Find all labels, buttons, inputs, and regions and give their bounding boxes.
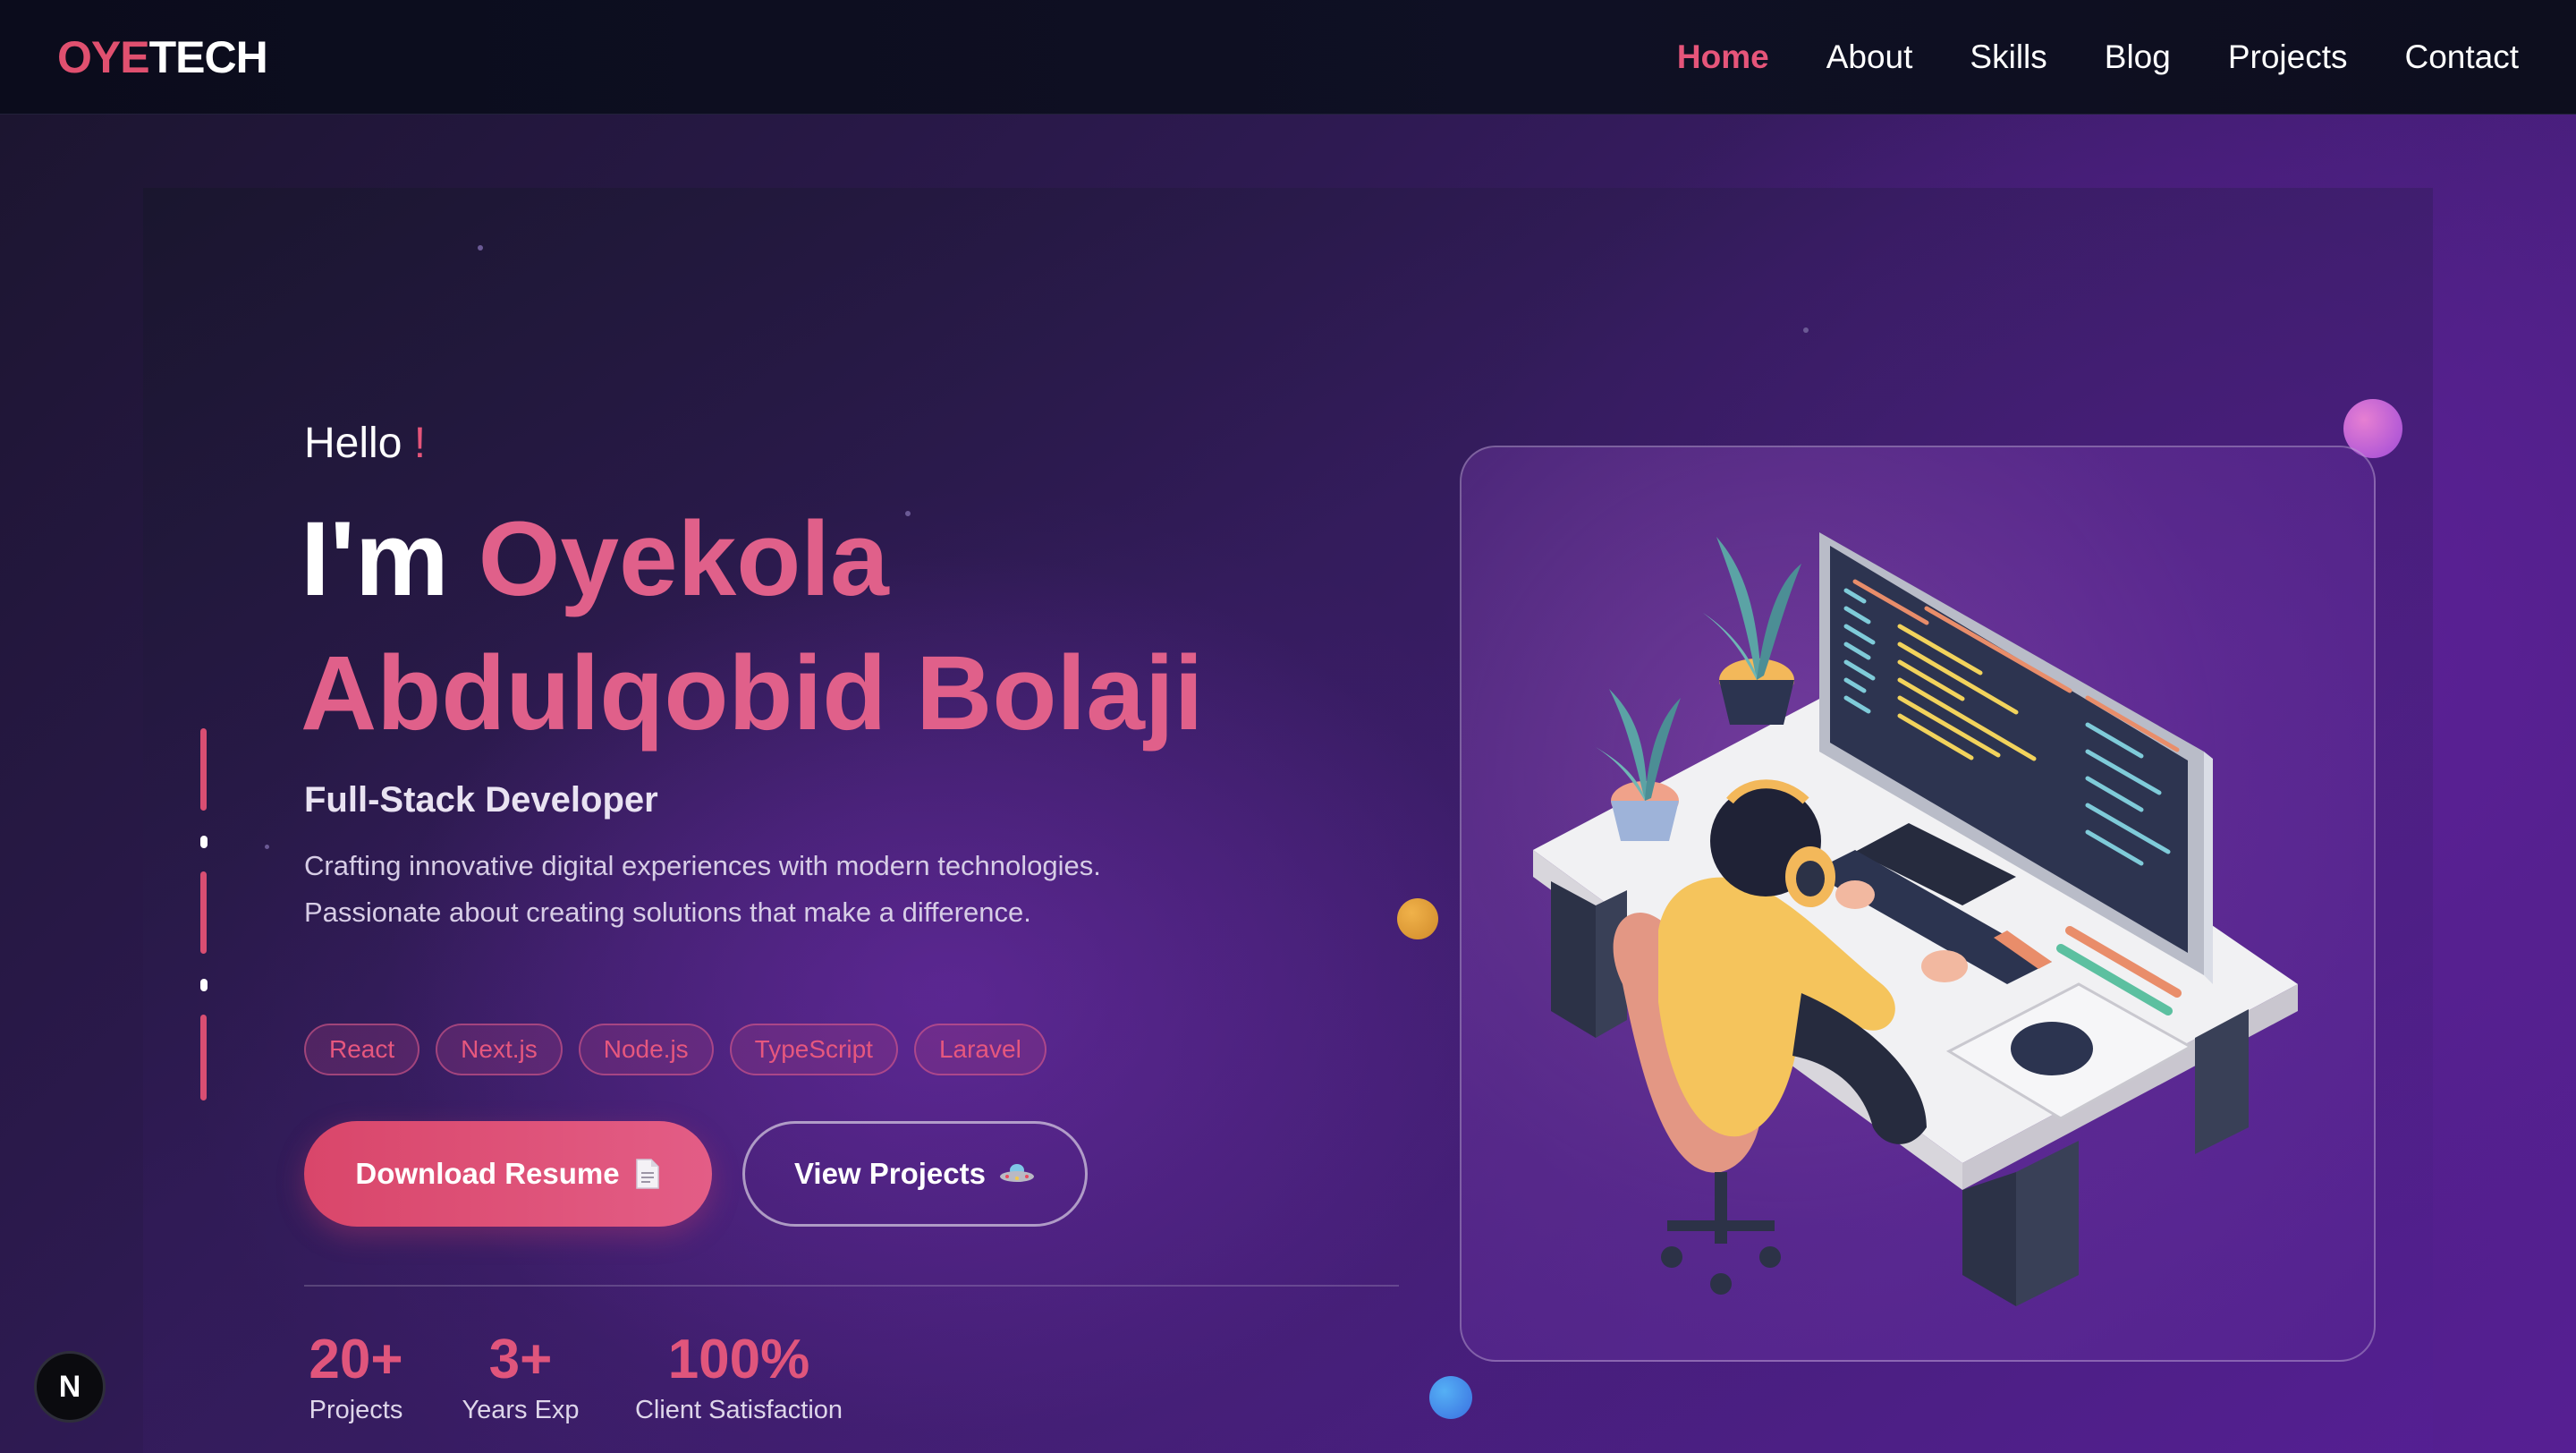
tag-react[interactable]: React — [304, 1024, 420, 1075]
view-projects-label: View Projects — [793, 1157, 986, 1190]
star-dot — [1803, 327, 1809, 333]
site-logo[interactable]: O YE TECH — [57, 30, 268, 84]
download-resume-label: Download Resume — [355, 1157, 620, 1190]
stat-value: 100% — [667, 1329, 810, 1390]
hero-im: I'm — [301, 500, 449, 618]
star-dot — [905, 511, 911, 516]
star-dot — [478, 245, 483, 251]
hero-title-line2: Abdulqobid Bolaji — [301, 634, 1204, 752]
nav-home[interactable]: Home — [1677, 38, 1769, 76]
tag-laravel[interactable]: Laravel — [913, 1024, 1046, 1075]
greeting-mark: ! — [413, 420, 427, 467]
nav-blog[interactable]: Blog — [2105, 38, 2171, 76]
nav-projects[interactable]: Projects — [2228, 38, 2348, 76]
stat-projects: 20+ Projects — [302, 1328, 410, 1425]
section-indicator-dot[interactable] — [200, 836, 208, 848]
stat-label: Projects — [309, 1396, 403, 1424]
nav-contact[interactable]: Contact — [2404, 38, 2519, 76]
stats-divider — [304, 1285, 1399, 1287]
tag-nodejs[interactable]: Node.js — [578, 1024, 714, 1075]
view-projects-button[interactable]: View Projects — [742, 1121, 1088, 1227]
navbar: O YE TECH Home About Skills Blog Projects … — [0, 0, 2576, 115]
stat-years: 3+ Years Exp — [458, 1328, 583, 1425]
section-indicator-bar[interactable] — [200, 1015, 207, 1100]
download-resume-button[interactable]: Download Resume — [304, 1121, 712, 1227]
hero-first-name: Oyekola — [478, 500, 889, 618]
stat-value: 3+ — [488, 1329, 553, 1390]
nav-about[interactable]: About — [1826, 38, 1913, 76]
tech-tags: React Next.js Node.js TypeScript Laravel — [304, 1024, 1046, 1075]
stat-label: Client Satisfaction — [634, 1396, 843, 1424]
stat-value: 20+ — [309, 1329, 403, 1390]
logo-tech: TECH — [148, 32, 268, 82]
tag-nextjs[interactable]: Next.js — [436, 1024, 563, 1075]
logo-o: O — [57, 32, 92, 82]
section-indicator-bar[interactable] — [200, 728, 207, 811]
developer-at-desk-illustration — [1533, 532, 2298, 1306]
hero-description: Crafting innovative digital experiences … — [304, 850, 1101, 928]
document-icon — [635, 1159, 659, 1189]
nav-links: Home About Skills Blog Projects Contact — [1677, 27, 2519, 88]
nav-skills[interactable]: Skills — [1970, 38, 2046, 76]
nextjs-dev-badge[interactable]: N — [34, 1351, 106, 1423]
decor-orb-blue — [1429, 1376, 1472, 1419]
section-indicator-dot[interactable] — [200, 979, 208, 991]
stat-label: Years Exp — [462, 1396, 580, 1424]
tag-typescript[interactable]: TypeScript — [729, 1024, 898, 1075]
decor-orb-orange — [1397, 898, 1438, 939]
section-indicator-bar[interactable] — [200, 871, 207, 954]
developer-illustration-card — [1460, 446, 2376, 1362]
greeting-text: Hello — [304, 420, 402, 467]
star-dot — [265, 845, 269, 849]
greeting: Hello ! — [304, 419, 426, 468]
ufo-icon — [1000, 1164, 1034, 1182]
hero-title-line1: I'm Oyekola — [301, 501, 889, 617]
hero-role: Full-Stack Developer — [304, 780, 658, 820]
logo-ye: YE — [90, 32, 150, 82]
stat-satisfaction: 100% Client Satisfaction — [631, 1328, 846, 1425]
